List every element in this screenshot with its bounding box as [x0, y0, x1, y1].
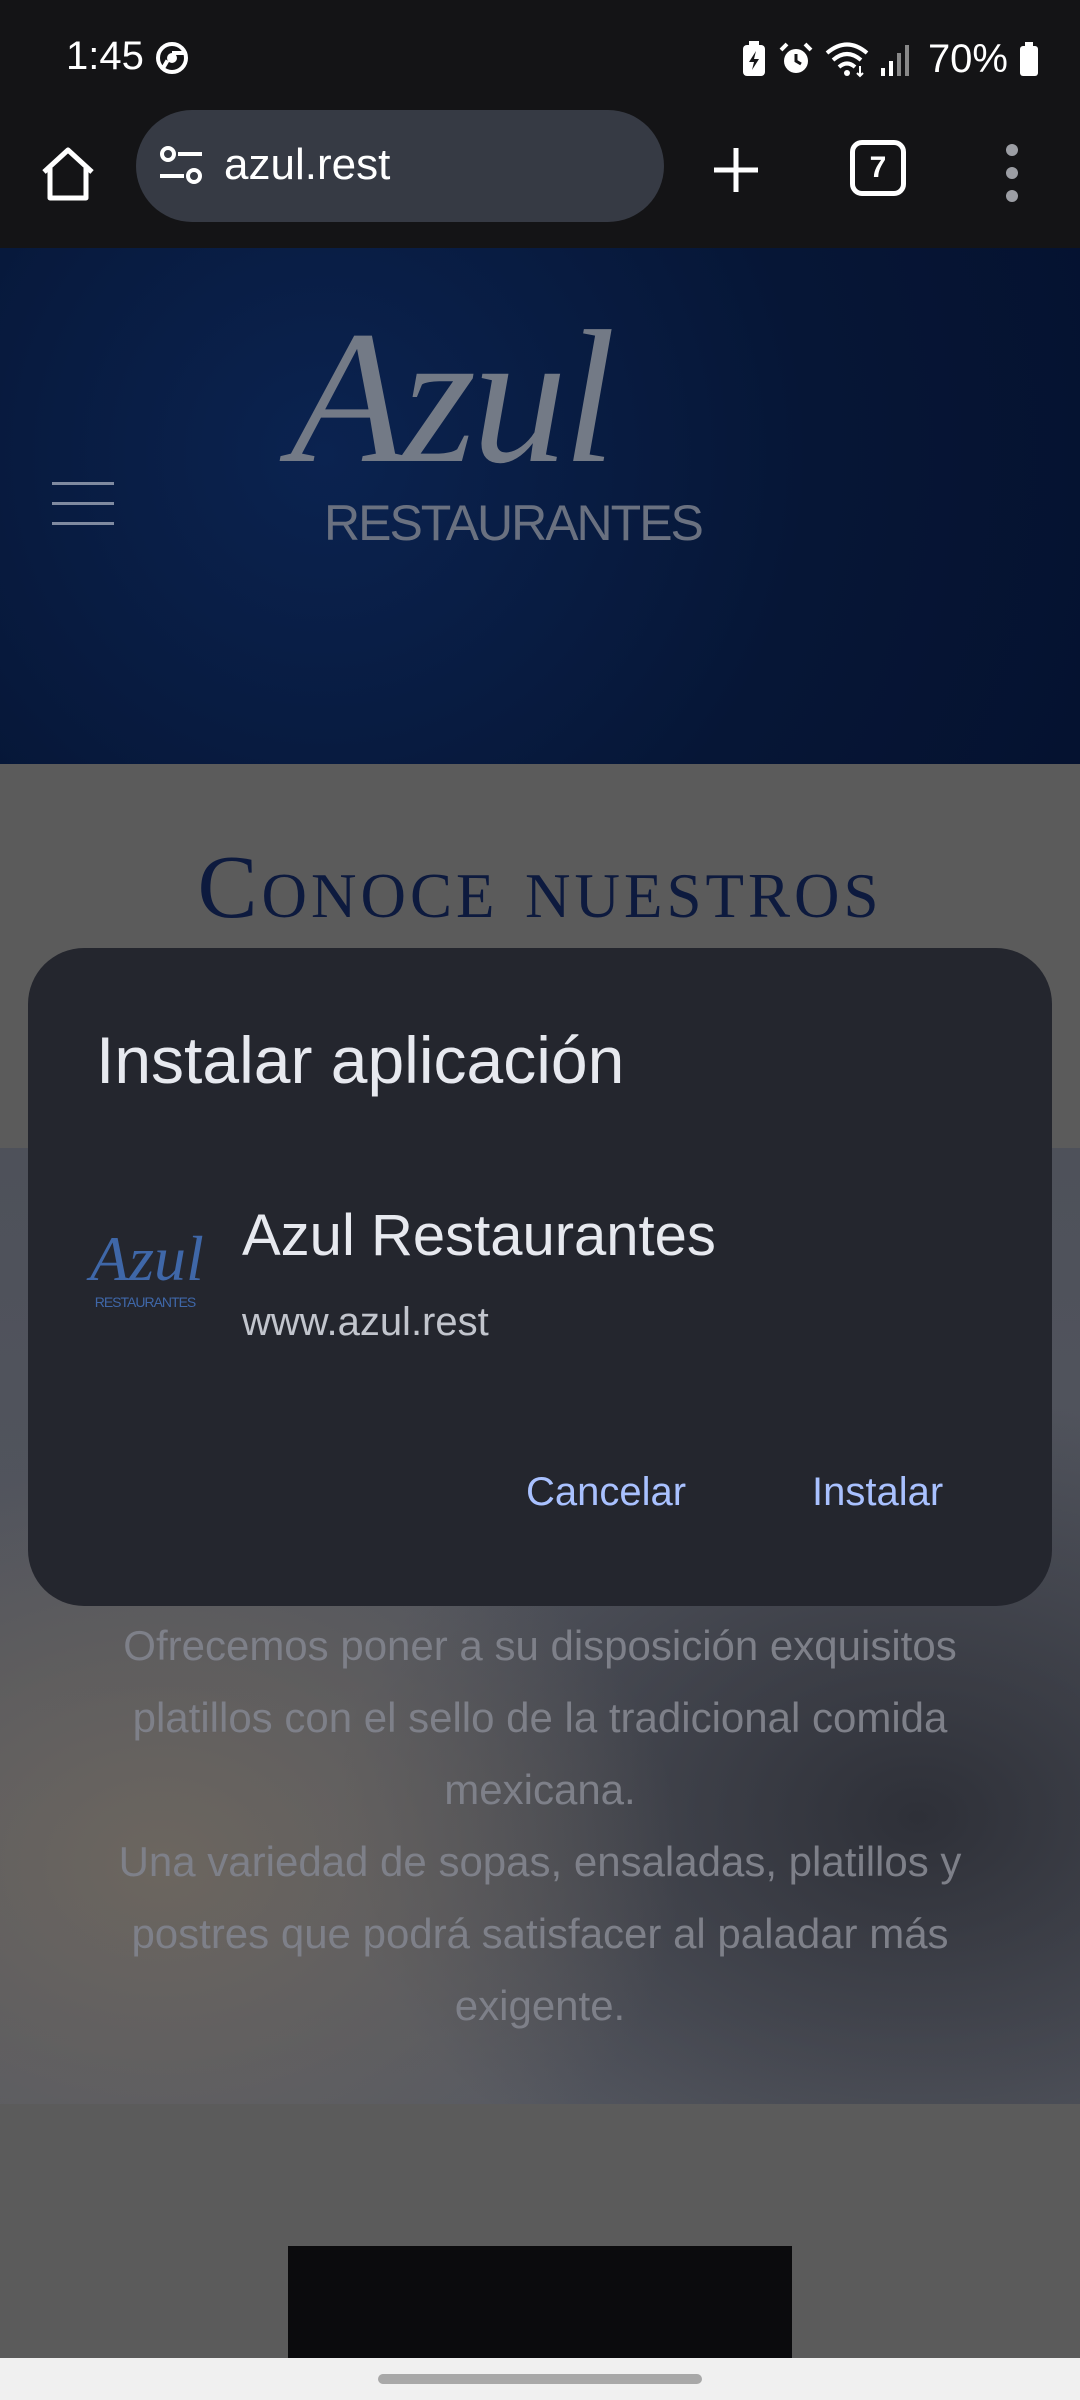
status-icons: 70%: [740, 34, 1040, 84]
browser-toolbar: azul.rest 7: [0, 110, 1080, 248]
install-app-dialog: Instalar aplicación Azul RESTAURANTES Az…: [28, 948, 1052, 1606]
alarm-icon: [779, 42, 813, 73]
app-url: www.azul.rest: [242, 1300, 489, 1344]
chrome-icon: [156, 42, 188, 74]
site-logo[interactable]: Azul: [290, 303, 750, 493]
hero-line: exigente.: [454, 1982, 626, 2029]
hero-line: Ofrecemos poner a su disposición exquisi…: [123, 1622, 957, 1669]
more-vert-icon[interactable]: [1000, 138, 1024, 208]
embedded-media: [288, 2246, 792, 2358]
app-name: Azul Restaurantes: [242, 1203, 716, 1268]
status-time: 1:45: [66, 34, 144, 78]
section-title: Conoce nuestros: [197, 838, 883, 937]
signal-icon: [880, 45, 909, 76]
plus-icon[interactable]: [706, 140, 766, 200]
tabs-button[interactable]: 7: [850, 140, 906, 196]
url-text[interactable]: azul.rest: [224, 140, 390, 190]
home-icon[interactable]: [36, 142, 100, 206]
cancel-button[interactable]: Cancelar: [526, 1470, 686, 1515]
wifi-icon: [825, 42, 869, 78]
dialog-title: Instalar aplicación: [96, 1023, 625, 1097]
hero-line: Una variedad de sopas, ensaladas, platil…: [118, 1838, 962, 1885]
site-logo-subtitle: RESTAURANTES: [324, 495, 704, 551]
app-icon-script: Azul: [90, 1223, 204, 1294]
hero-text: Ofrecemos poner a su disposición exquisi…: [60, 1610, 1020, 2042]
battery-percent: 70%: [927, 36, 1008, 81]
install-button[interactable]: Instalar: [812, 1470, 943, 1515]
app-icon-subtitle: RESTAURANTES: [94, 1294, 197, 1310]
url-bar[interactable]: azul.rest: [136, 110, 664, 222]
hamburger-menu-icon[interactable]: [52, 482, 114, 526]
hero-line: postres que podrá satisfacer al paladar …: [131, 1910, 949, 1957]
battery-saver-icon: [742, 41, 765, 76]
hero-line: mexicana.: [444, 1766, 636, 1813]
gesture-handle[interactable]: [378, 2374, 702, 2384]
hero-line: platillos con el sello de la tradicional…: [132, 1694, 948, 1741]
battery-icon: [1020, 42, 1038, 76]
app-icon: Azul RESTAURANTES: [90, 1222, 204, 1332]
site-header: Azul RESTAURANTES: [0, 248, 1080, 764]
status-bar: 1:45 70%: [0, 0, 1080, 118]
tune-icon[interactable]: [158, 144, 204, 188]
